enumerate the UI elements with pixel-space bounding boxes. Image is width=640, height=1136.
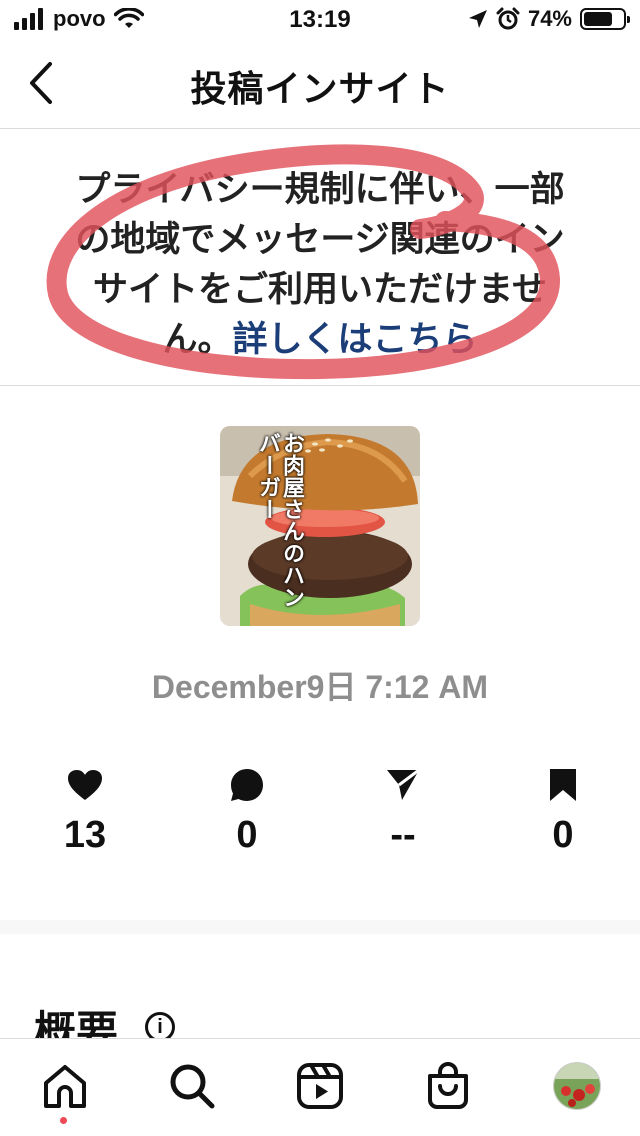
post-date: December9日 7:12 AM [151, 669, 489, 705]
page-title: 投稿インサイト [190, 68, 450, 109]
metric-comments: 0 [187, 760, 307, 857]
reels-icon [297, 1063, 343, 1109]
metric-saves: 0 [503, 760, 623, 857]
status-bar: povo 13:19 74% [0, 0, 640, 40]
status-right: 74% [468, 6, 630, 32]
battery-icon [580, 8, 630, 30]
bottom-tab-bar [0, 1038, 640, 1136]
battery-percent: 74% [527, 6, 572, 31]
engagement-metrics: 13 0 -- 0 [0, 760, 640, 870]
comments-count: 0 [236, 814, 258, 856]
tab-shop[interactable] [423, 1061, 473, 1111]
shares-count: -- [390, 814, 416, 856]
bookmark-icon [550, 769, 576, 801]
location-icon [468, 10, 487, 28]
learn-more-link[interactable]: 詳しくはこちら [233, 320, 478, 359]
comment-icon [231, 769, 263, 801]
tab-reels[interactable] [295, 1061, 345, 1111]
likes-count: 13 [63, 814, 107, 856]
tab-home[interactable] [40, 1061, 90, 1111]
search-icon [170, 1064, 215, 1109]
alarm-icon [496, 7, 520, 30]
notice-text-block: プライバシー規制に伴い、一部の地域でメッセージ関連のインサイトをご利用いただけま… [70, 165, 570, 365]
nav-header: 投稿インサイト [0, 40, 640, 129]
profile-avatar [553, 1062, 601, 1110]
heart-icon [68, 770, 102, 800]
privacy-notice: プライバシー規制に伴い、一部の地域でメッセージ関連のインサイトをご利用いただけま… [0, 129, 640, 386]
battery-level [584, 12, 613, 26]
metric-likes: 13 [25, 760, 145, 857]
shop-icon [428, 1062, 468, 1109]
post-insights-screen: povo 13:19 74% 投稿インサイト プライバシー規制に伴い、一部の地域… [0, 0, 640, 1136]
thumbnail-caption: お肉屋さんのハンバーガー [256, 432, 305, 608]
home-notification-dot [60, 1117, 67, 1124]
section-divider [0, 920, 640, 934]
post-thumbnail[interactable]: お肉屋さんのハンバーガー [220, 426, 420, 626]
home-icon [44, 1065, 86, 1108]
saves-count: 0 [552, 814, 574, 856]
tab-profile[interactable] [552, 1061, 602, 1111]
send-icon [387, 768, 420, 800]
tab-search[interactable] [167, 1061, 217, 1111]
metric-shares: -- [343, 760, 463, 857]
